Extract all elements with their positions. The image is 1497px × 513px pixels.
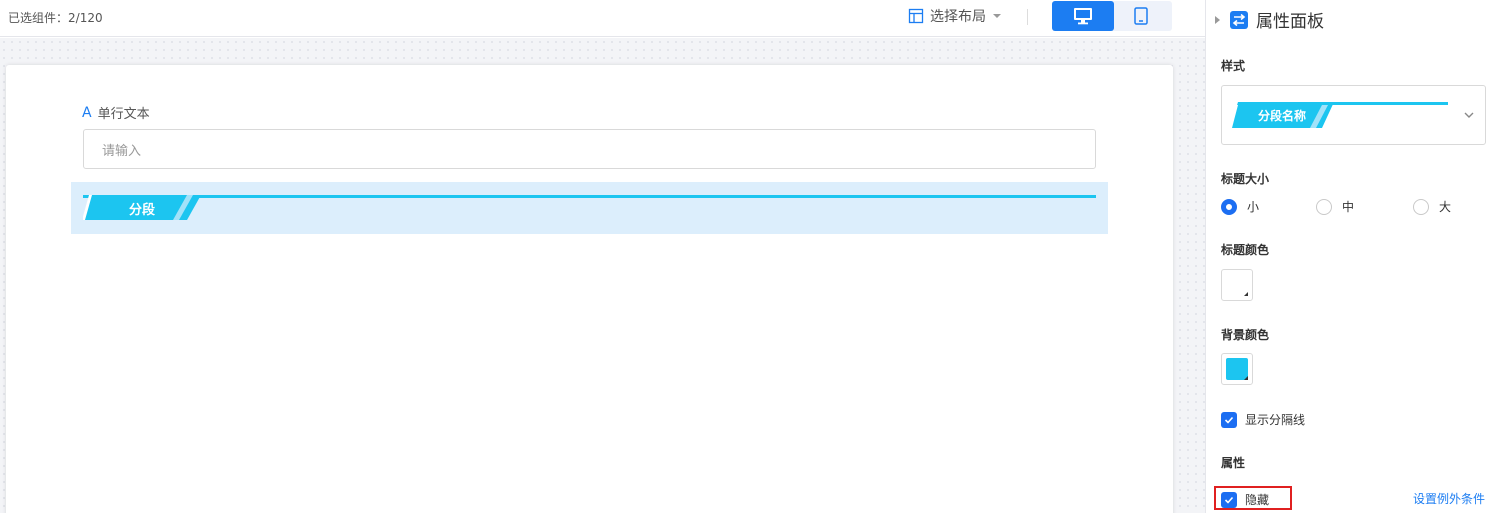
radio-dot <box>1221 198 1237 215</box>
view-mode-toggle <box>1052 1 1172 31</box>
set-exception-link[interactable]: 设置例外条件 <box>1413 490 1485 507</box>
panel-title: 属性面板 <box>1256 12 1324 32</box>
text-type-icon: A <box>82 104 92 121</box>
show-divider-label: 显示分隔线 <box>1245 413 1306 427</box>
attribute-heading: 属性 <box>1221 456 1246 470</box>
style-select[interactable]: 分段名称 <box>1221 85 1486 145</box>
top-toolbar: 已选组件：2/120 选择布局 <box>0 0 1205 37</box>
property-panel: 属性面板 样式 分段名称 标题大小 小 中 大 标题颜色 背景颜色 显示分隔线 … <box>1205 0 1497 513</box>
size-radio-small[interactable]: 小 <box>1221 198 1259 215</box>
tablet-view-button[interactable] <box>1110 1 1172 31</box>
section-title-tag: 分段 <box>83 195 201 220</box>
text-field-label: A 单行文本 <box>82 103 150 123</box>
radio-label: 中 <box>1342 200 1355 214</box>
style-heading: 样式 <box>1221 59 1246 73</box>
chevron-down-icon <box>1464 112 1474 118</box>
bg-color-heading: 背景颜色 <box>1221 328 1270 342</box>
title-color-heading: 标题颜色 <box>1221 243 1270 257</box>
toolbar-divider <box>1027 9 1028 25</box>
layout-icon <box>908 8 924 24</box>
checkbox-checked-icon <box>1221 411 1237 428</box>
panel-header[interactable]: 属性面板 <box>1215 7 1324 32</box>
picker-corner-icon <box>1244 292 1248 296</box>
section-title: 分段 <box>129 203 156 218</box>
swap-icon <box>1230 10 1248 29</box>
single-line-text-input[interactable]: 请输入 <box>83 129 1096 169</box>
radio-label: 小 <box>1247 200 1260 214</box>
radio-dot <box>1413 198 1429 215</box>
desktop-view-button[interactable] <box>1052 1 1114 31</box>
radio-dot <box>1316 198 1332 215</box>
show-divider-checkbox[interactable]: 显示分隔线 <box>1221 411 1305 428</box>
selected-label: 已选组件： <box>8 11 69 25</box>
text-field-title: 单行文本 <box>97 107 150 122</box>
style-preview: 分段名称 <box>1230 102 1448 128</box>
size-heading: 标题大小 <box>1221 172 1270 186</box>
collapse-caret-icon <box>1215 15 1220 24</box>
checkbox-checked-icon <box>1221 491 1237 508</box>
form-preview: A 单行文本 请输入 分段 <box>6 65 1173 513</box>
desktop-icon <box>1074 8 1092 25</box>
selected-count: 2/120 <box>68 11 103 25</box>
layout-select[interactable]: 选择布局 <box>908 6 1002 26</box>
caret-down-icon <box>993 14 1001 18</box>
selected-component-count: 已选组件：2/120 <box>8 9 103 26</box>
size-radio-large[interactable]: 大 <box>1413 198 1451 215</box>
tablet-icon <box>1134 7 1148 25</box>
title-color-picker[interactable] <box>1221 269 1253 301</box>
picker-corner-icon <box>1244 376 1248 380</box>
layout-select-label: 选择布局 <box>930 9 986 25</box>
size-radio-medium[interactable]: 中 <box>1316 198 1354 215</box>
section-divider-line <box>83 195 1096 198</box>
hide-label: 隐藏 <box>1245 493 1270 507</box>
bg-color-picker[interactable] <box>1221 353 1253 385</box>
hide-checkbox[interactable]: 隐藏 <box>1221 491 1269 508</box>
input-placeholder: 请输入 <box>102 143 142 159</box>
style-option-label: 分段名称 <box>1258 109 1307 123</box>
section-component[interactable]: 分段 <box>71 182 1108 234</box>
radio-label: 大 <box>1439 200 1452 214</box>
title-size-radio-group: 小 中 大 <box>1221 198 1461 216</box>
